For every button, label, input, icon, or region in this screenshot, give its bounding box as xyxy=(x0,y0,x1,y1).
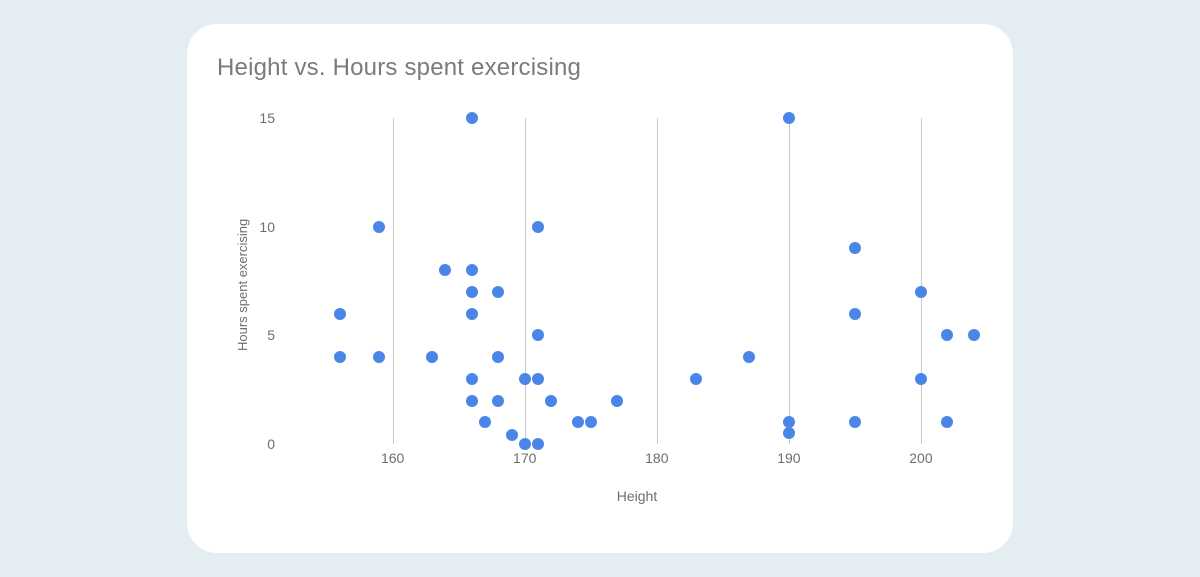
data-point xyxy=(466,112,478,124)
data-point xyxy=(968,329,980,341)
data-point xyxy=(611,395,623,407)
data-point xyxy=(466,286,478,298)
data-point xyxy=(519,438,531,450)
y-axis-label: Hours spent exercising xyxy=(235,219,250,351)
data-point xyxy=(334,308,346,320)
gridline xyxy=(657,118,658,444)
data-point xyxy=(519,373,531,385)
data-point xyxy=(466,308,478,320)
data-point xyxy=(743,351,755,363)
data-point xyxy=(492,286,504,298)
data-point xyxy=(915,373,927,385)
x-tick-label: 180 xyxy=(645,450,668,466)
data-point xyxy=(783,427,795,439)
x-tick-label: 160 xyxy=(381,450,404,466)
x-tick-label: 200 xyxy=(909,450,932,466)
data-point xyxy=(426,351,438,363)
data-point xyxy=(532,373,544,385)
data-point xyxy=(915,286,927,298)
data-point xyxy=(373,221,385,233)
data-point xyxy=(479,416,491,428)
chart-title: Height vs. Hours spent exercising xyxy=(217,54,581,82)
data-point xyxy=(334,351,346,363)
data-point xyxy=(572,416,584,428)
y-tick-label: 15 xyxy=(235,110,275,126)
gridline xyxy=(393,118,394,444)
data-point xyxy=(492,351,504,363)
data-point xyxy=(849,416,861,428)
data-point xyxy=(439,264,451,276)
data-point xyxy=(690,373,702,385)
x-tick-label: 170 xyxy=(513,450,536,466)
x-tick-label: 190 xyxy=(777,450,800,466)
data-point xyxy=(506,429,518,441)
gridline xyxy=(921,118,922,444)
data-point xyxy=(849,308,861,320)
data-point xyxy=(849,242,861,254)
data-point xyxy=(466,395,478,407)
data-point xyxy=(532,329,544,341)
data-point xyxy=(941,416,953,428)
gridline xyxy=(525,118,526,444)
data-point xyxy=(492,395,504,407)
data-point xyxy=(532,221,544,233)
data-point xyxy=(585,416,597,428)
chart-card: Height vs. Hours spent exercising Height… xyxy=(187,24,1013,553)
plot-area: Height 160170180190200051015 xyxy=(287,118,987,444)
data-point xyxy=(783,416,795,428)
gridline xyxy=(789,118,790,444)
data-point xyxy=(532,438,544,450)
data-point xyxy=(545,395,557,407)
data-point xyxy=(466,264,478,276)
y-tick-label: 0 xyxy=(235,436,275,452)
data-point xyxy=(466,373,478,385)
x-axis-label: Height xyxy=(617,488,657,504)
data-point xyxy=(373,351,385,363)
data-point xyxy=(941,329,953,341)
data-point xyxy=(783,112,795,124)
